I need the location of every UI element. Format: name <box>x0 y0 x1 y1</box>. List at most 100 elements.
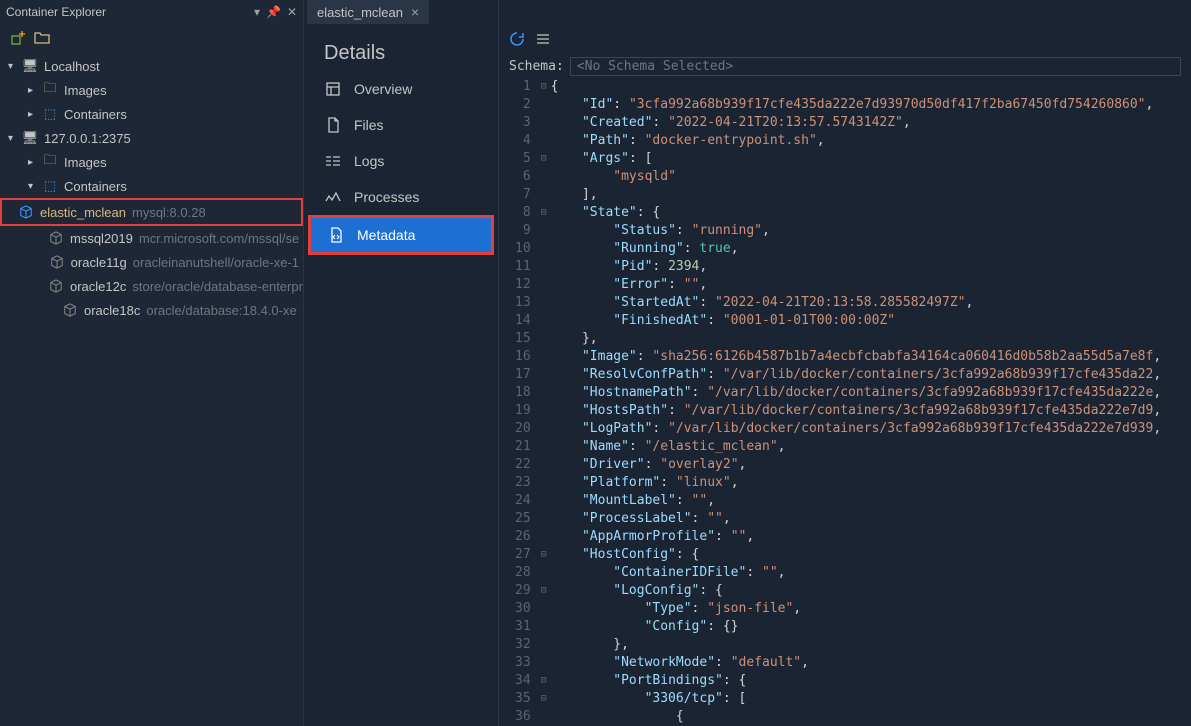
schema-value[interactable]: <No Schema Selected> <box>570 57 1181 76</box>
line-number: 10 <box>515 240 531 258</box>
container-explorer-panel: Container Explorer ▾ 📌 ✕ ▾ 🖥 Localhost <box>0 0 304 726</box>
code-line[interactable]: "PortBindings": { <box>551 672 1191 690</box>
fold-marker[interactable]: ⊟ <box>537 546 551 564</box>
code-line[interactable]: "FinishedAt": "0001-01-01T00:00:00Z" <box>551 312 1191 330</box>
code-line[interactable]: "Platform": "linux", <box>551 474 1191 492</box>
code-line[interactable]: "Config": {} <box>551 618 1191 636</box>
tree-host-remote[interactable]: ▾ 🖥 127.0.0.1:2375 <box>0 126 303 150</box>
code-line[interactable]: "HostsPath": "/var/lib/docker/containers… <box>551 402 1191 420</box>
code-line[interactable]: "Running": true, <box>551 240 1191 258</box>
code-line[interactable]: ], <box>551 186 1191 204</box>
list-icon[interactable] <box>535 31 551 47</box>
tree-node-images[interactable]: ▸ 🗀 Images <box>0 150 303 174</box>
details-panel: elastic_mclean × Details OverviewFilesLo… <box>304 0 499 726</box>
code-line[interactable]: "NetworkMode": "default", <box>551 654 1191 672</box>
fold-marker[interactable]: ⊟ <box>537 78 551 96</box>
code-line[interactable]: "Driver": "overlay2", <box>551 456 1191 474</box>
line-number: 29 <box>515 582 531 600</box>
code-line[interactable]: "Created": "2022-04-21T20:13:57.5743142Z… <box>551 114 1191 132</box>
container-image: store/oracle/database-enterpr <box>132 279 303 294</box>
fold-marker <box>537 312 551 330</box>
line-number: 16 <box>515 348 531 366</box>
panel-title: Container Explorer <box>6 5 254 19</box>
code-area[interactable]: 1234567891011121314151617181920212223242… <box>499 78 1191 726</box>
container-item[interactable]: oracle11goracleinanutshell/oracle-xe-1 <box>0 250 303 274</box>
line-number: 31 <box>515 618 531 636</box>
code-line[interactable]: "LogPath": "/var/lib/docker/containers/3… <box>551 420 1191 438</box>
container-name: oracle11g <box>71 255 127 270</box>
code-line[interactable]: "AppArmorProfile": "", <box>551 528 1191 546</box>
pin-icon[interactable]: 📌 <box>266 5 281 19</box>
code-line[interactable]: "Pid": 2394, <box>551 258 1191 276</box>
code-line[interactable]: "Path": "docker-entrypoint.sh", <box>551 132 1191 150</box>
code-line[interactable]: "Args": [ <box>551 150 1191 168</box>
fold-marker[interactable]: ⊟ <box>537 582 551 600</box>
code-line[interactable]: "Id": "3cfa992a68b939f17cfe435da222e7d93… <box>551 96 1191 114</box>
code-line[interactable]: }, <box>551 636 1191 654</box>
fold-marker[interactable]: ⊟ <box>537 690 551 708</box>
container-item[interactable]: oracle12cstore/oracle/database-enterpr <box>0 274 303 298</box>
code-line[interactable]: "Error": "", <box>551 276 1191 294</box>
line-number: 7 <box>515 186 531 204</box>
tree-node-containers-open[interactable]: ▾ ⬚ Containers <box>0 174 303 198</box>
folder-icon[interactable] <box>34 30 50 46</box>
fold-marker <box>537 114 551 132</box>
code-line[interactable]: "ResolvConfPath": "/var/lib/docker/conta… <box>551 366 1191 384</box>
cube-icon <box>18 204 34 220</box>
container-item[interactable]: oracle18coracle/database:18.4.0-xe <box>0 298 303 322</box>
fold-marker[interactable]: ⊟ <box>537 204 551 222</box>
editor-tab[interactable]: elastic_mclean × <box>307 0 429 24</box>
details-item-label: Metadata <box>357 227 415 243</box>
details-item-processes[interactable]: Processes <box>304 179 498 215</box>
line-number: 19 <box>515 402 531 420</box>
code-line[interactable]: "ContainerIDFile": "", <box>551 564 1191 582</box>
details-item-label: Logs <box>354 153 384 169</box>
fold-marker[interactable]: ⊟ <box>537 150 551 168</box>
code-line[interactable]: { <box>551 78 1191 96</box>
code-line[interactable]: "HostConfig": { <box>551 546 1191 564</box>
code-line[interactable]: "MountLabel": "", <box>551 492 1191 510</box>
tab-close-icon[interactable]: × <box>411 4 419 20</box>
code-line[interactable]: "Image": "sha256:6126b4587b1b7a4ecbfcbab… <box>551 348 1191 366</box>
fold-marker[interactable]: ⊟ <box>537 672 551 690</box>
chevron-down-icon[interactable]: ▾ <box>254 5 260 19</box>
folder-icon: 🗀 <box>42 154 58 170</box>
line-number: 33 <box>515 654 531 672</box>
refresh-icon[interactable] <box>509 31 525 47</box>
code-line[interactable]: "HostnamePath": "/var/lib/docker/contain… <box>551 384 1191 402</box>
details-item-files[interactable]: Files <box>304 107 498 143</box>
code-line[interactable]: }, <box>551 330 1191 348</box>
code-editor: Schema: <No Schema Selected> 12345678910… <box>499 0 1191 726</box>
tree-node-images[interactable]: ▸ 🗀 Images <box>0 78 303 102</box>
line-number: 9 <box>515 222 531 240</box>
code-line[interactable]: { <box>551 708 1191 726</box>
code-line[interactable]: "mysqld" <box>551 168 1191 186</box>
line-number: 12 <box>515 276 531 294</box>
line-number: 34 <box>515 672 531 690</box>
fold-marker <box>537 258 551 276</box>
code-line[interactable]: "LogConfig": { <box>551 582 1191 600</box>
code-line[interactable]: "Type": "json-file", <box>551 600 1191 618</box>
line-number: 21 <box>515 438 531 456</box>
details-item-label: Processes <box>354 189 419 205</box>
container-item[interactable]: mssql2019mcr.microsoft.com/mssql/se <box>0 226 303 250</box>
line-number: 20 <box>515 420 531 438</box>
line-number: 27 <box>515 546 531 564</box>
tree-host-localhost[interactable]: ▾ 🖥 Localhost <box>0 54 303 78</box>
close-icon[interactable]: ✕ <box>287 5 297 19</box>
fold-marker <box>537 474 551 492</box>
details-item-logs[interactable]: Logs <box>304 143 498 179</box>
code-line[interactable]: "StartedAt": "2022-04-21T20:13:58.285582… <box>551 294 1191 312</box>
details-item-metadata[interactable]: Metadata <box>308 215 494 255</box>
line-number: 6 <box>515 168 531 186</box>
code-line[interactable]: "ProcessLabel": "", <box>551 510 1191 528</box>
line-number: 22 <box>515 456 531 474</box>
code-line[interactable]: "Name": "/elastic_mclean", <box>551 438 1191 456</box>
code-line[interactable]: "State": { <box>551 204 1191 222</box>
code-line[interactable]: "Status": "running", <box>551 222 1191 240</box>
code-line[interactable]: "3306/tcp": [ <box>551 690 1191 708</box>
container-item[interactable]: elastic_mcleanmysql:8.0.28 <box>0 198 303 226</box>
tree-node-containers[interactable]: ▸ ⬚ Containers <box>0 102 303 126</box>
add-item-icon[interactable] <box>10 30 26 46</box>
details-item-overview[interactable]: Overview <box>304 71 498 107</box>
